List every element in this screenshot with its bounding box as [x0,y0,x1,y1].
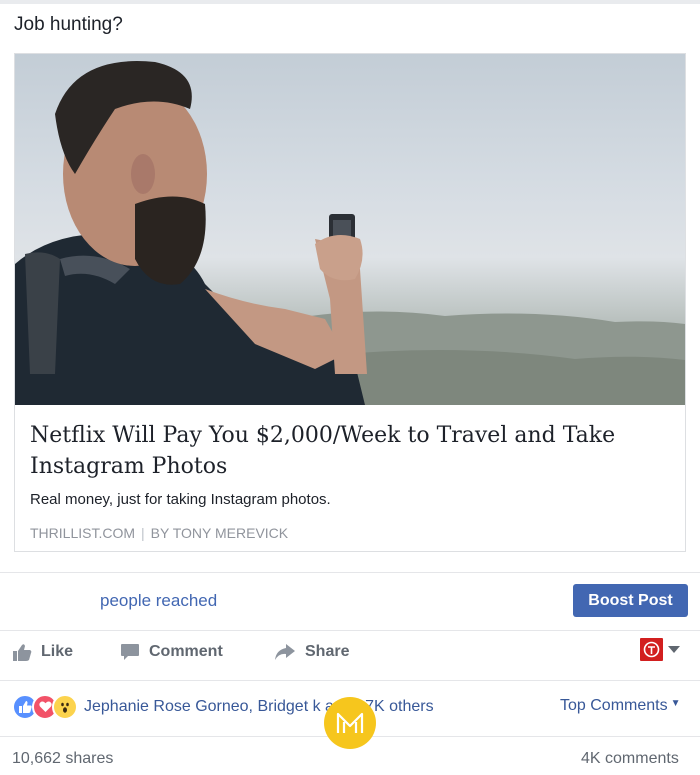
watermark-logo [324,697,376,749]
share-label: Share [305,643,350,660]
hero-photo-illustration [15,61,685,405]
comment-label: Comment [149,643,223,660]
comment-sort-dropdown[interactable]: Top Comments ▼ [560,697,681,715]
link-domain: THRILLIST.COM [30,525,136,541]
chevron-down-icon [668,646,680,653]
divider [0,630,700,631]
link-source-line: THRILLIST.COM | BY TONY MEREVICK [30,525,288,541]
comment-button[interactable]: Comment [120,640,223,664]
page-logo-icon [643,641,660,658]
wow-reaction-icon [52,694,78,720]
post-text: Job hunting? [14,14,123,35]
watermark-m-icon [336,712,364,733]
reactor-names[interactable]: Jephanie Rose Gorneo, Bridget [84,698,308,715]
link-preview-image[interactable] [15,54,685,405]
comment-count[interactable]: 4K comments [581,750,679,768]
reactors-text[interactable]: Jephanie Rose Gorneo, Bridget k and 17K … [84,698,434,716]
boost-post-button[interactable]: Boost Post [573,584,688,617]
people-reached-link[interactable]: people reached [100,591,217,611]
share-arrow-icon [275,644,295,660]
comment-sort-label: Top Comments [560,697,668,714]
page-identity-selector[interactable] [640,638,680,661]
link-author: BY TONY MEREVICK [150,525,289,541]
share-button[interactable]: Share [274,640,349,664]
source-separator: | [141,525,145,541]
link-title[interactable]: Netflix Will Pay You $2,000/Week to Trav… [30,420,670,482]
like-label: Like [41,643,74,660]
like-button[interactable]: Like [12,640,73,664]
comment-icon [121,644,139,660]
share-count[interactable]: 10,662 shares [12,750,113,768]
feed-top-border [0,0,700,4]
link-preview-card[interactable]: Netflix Will Pay You $2,000/Week to Trav… [14,53,686,552]
divider [0,680,700,681]
sort-caret-icon: ▼ [670,698,681,709]
thumbs-up-icon [13,643,32,661]
page-avatar [640,638,663,661]
divider [0,572,700,573]
link-description: Real money, just for taking Instagram ph… [30,491,331,508]
